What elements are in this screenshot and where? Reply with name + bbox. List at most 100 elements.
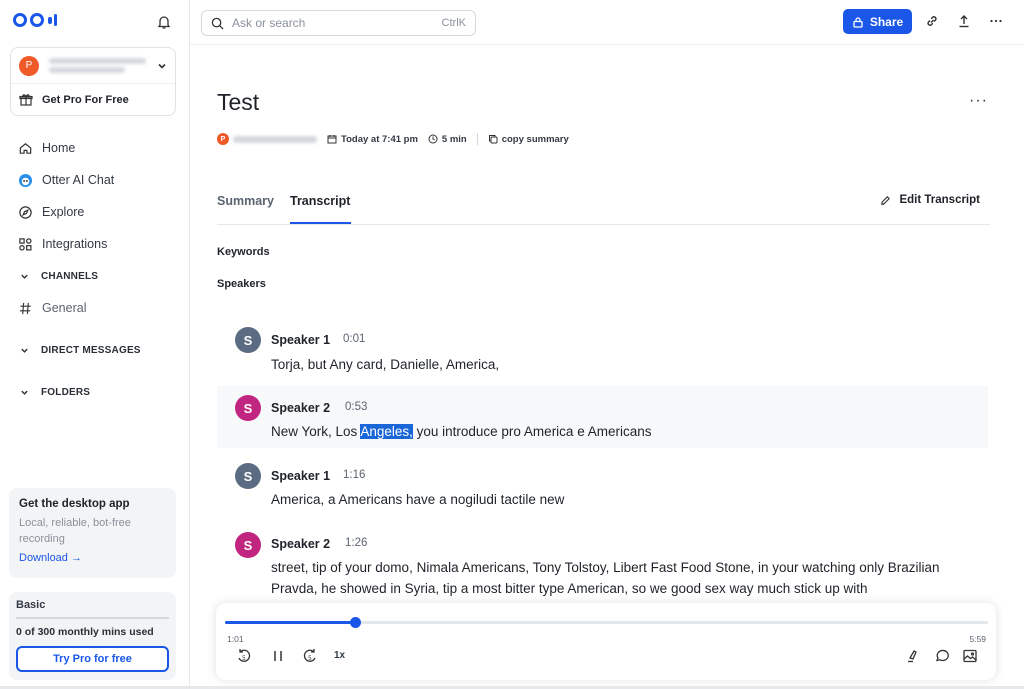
- search-bar[interactable]: Ask or search CtrlK: [201, 10, 476, 36]
- copy-icon: [488, 135, 498, 144]
- transcript-text[interactable]: New York, Los Angeles, you introduce pro…: [271, 421, 981, 442]
- speakers-section[interactable]: Speakers: [217, 278, 266, 290]
- tab-summary[interactable]: Summary: [217, 194, 274, 208]
- page-title[interactable]: Test: [217, 89, 259, 116]
- transcript-segment[interactable]: S Speaker 2 0:53 New York, Los Angeles, …: [217, 386, 988, 448]
- image-icon[interactable]: [962, 648, 978, 664]
- copy-summary-label: copy summary: [501, 133, 569, 145]
- total-time: 5:59: [969, 634, 986, 644]
- copy-summary-button[interactable]: copy summary: [488, 134, 569, 145]
- transcript-text[interactable]: Torja, but Any card, Danielle, America,: [271, 354, 981, 375]
- rewind-5-icon[interactable]: 5: [236, 648, 252, 664]
- desktop-app-card: Get the desktop app Local, reliable, bot…: [9, 488, 176, 578]
- channels-label: CHANNELS: [41, 270, 99, 282]
- svg-text:5: 5: [308, 655, 312, 662]
- lock-icon: [853, 16, 863, 28]
- keywords-section[interactable]: Keywords: [217, 246, 270, 258]
- sidebar-item-general[interactable]: General: [0, 292, 190, 324]
- download-link[interactable]: Download →: [19, 552, 166, 564]
- timestamp[interactable]: 1:26: [345, 537, 367, 549]
- tab-transcript[interactable]: Transcript: [290, 194, 350, 208]
- share-button[interactable]: Share: [843, 9, 912, 34]
- conversation-more-icon[interactable]: ···: [969, 92, 988, 110]
- account-switcher[interactable]: P: [11, 48, 175, 84]
- share-label: Share: [869, 14, 904, 29]
- plan-card: Basic 0 of 300 monthly mins used Try Pro…: [9, 592, 176, 680]
- current-time: 1:01: [227, 634, 244, 644]
- compass-icon: [19, 205, 32, 219]
- more-options-icon[interactable]: [988, 13, 1004, 29]
- sidebar-item-label: Home: [42, 141, 76, 155]
- avatar: P: [19, 55, 39, 76]
- playback-scrubber[interactable]: [225, 617, 988, 628]
- owner-name-redacted: [233, 135, 317, 143]
- timestamp[interactable]: 0:53: [345, 401, 367, 413]
- transcript-segment[interactable]: S Speaker 1 1:16 America, a Americans ha…: [217, 459, 988, 515]
- plan-name: Basic: [16, 599, 46, 611]
- chevron-down-icon: [158, 63, 166, 69]
- comment-icon[interactable]: [934, 648, 950, 664]
- bell-icon[interactable]: [156, 14, 172, 30]
- scrubber-handle[interactable]: [349, 617, 361, 628]
- export-icon[interactable]: [956, 13, 972, 29]
- folders-label: FOLDERS: [41, 386, 91, 398]
- svg-text:5: 5: [242, 655, 246, 662]
- usage-text: 0 of 300 monthly mins used: [16, 626, 154, 638]
- direct-messages-label: DIRECT MESSAGES: [41, 344, 141, 356]
- speaker-name[interactable]: Speaker 2: [271, 537, 330, 551]
- selected-text[interactable]: Angeles,: [360, 424, 413, 439]
- transcript-text[interactable]: America, a Americans have a nogiludi tac…: [271, 489, 981, 510]
- duration-text: 5 min: [441, 133, 467, 145]
- desktop-card-title: Get the desktop app: [19, 498, 130, 510]
- clock-icon: [428, 134, 438, 144]
- search-placeholder: Ask or search: [232, 16, 306, 30]
- active-tab-indicator: [290, 222, 351, 224]
- try-pro-button[interactable]: Try Pro for free: [16, 646, 169, 672]
- gift-icon: [19, 94, 33, 106]
- speaker-avatar: S: [235, 327, 261, 353]
- transcript-segment[interactable]: S Speaker 2 1:26 street, tip of your dom…: [217, 527, 988, 603]
- calendar-icon: [327, 135, 337, 144]
- search-shortcut: CtrlK: [441, 17, 466, 29]
- chevron-down-icon: [21, 274, 28, 279]
- link-icon[interactable]: [924, 13, 940, 29]
- speaker-avatar: S: [235, 532, 261, 558]
- audio-player: 1:01 5:59 5 5 1x: [216, 603, 996, 680]
- duration: 5 min: [428, 134, 467, 145]
- otter-chat-icon: [18, 173, 33, 187]
- edit-transcript-button[interactable]: Edit Transcript: [880, 194, 980, 206]
- speaker-name[interactable]: Speaker 1: [271, 333, 330, 347]
- pause-icon[interactable]: [270, 648, 286, 664]
- pencil-icon: [881, 195, 891, 205]
- owner: P: [217, 133, 317, 145]
- sidebar-item-label: Integrations: [42, 237, 108, 251]
- folders-section-toggle[interactable]: FOLDERS: [0, 376, 190, 408]
- forward-5-icon[interactable]: 5: [302, 648, 318, 664]
- sidebar: P Get Pro For Free Home Otter AI Chat Ex…: [0, 0, 190, 689]
- sidebar-item-label: General: [42, 301, 87, 315]
- speaker-name[interactable]: Speaker 2: [271, 401, 330, 415]
- playback-speed[interactable]: 1x: [334, 650, 345, 661]
- sidebar-item-integrations[interactable]: Integrations: [0, 228, 190, 260]
- sidebar-item-home[interactable]: Home: [0, 132, 190, 164]
- channels-section-toggle[interactable]: CHANNELS: [0, 260, 190, 292]
- chevron-down-icon: [21, 348, 28, 353]
- hash-icon: [19, 302, 31, 314]
- get-pro-label: Get Pro For Free: [42, 94, 129, 106]
- usage-progress-bar: [16, 617, 169, 619]
- transcript-text[interactable]: street, tip of your domo, Nimala America…: [271, 557, 981, 599]
- sidebar-item-explore[interactable]: Explore: [0, 196, 190, 228]
- timestamp[interactable]: 1:16: [343, 469, 365, 481]
- get-pro-button[interactable]: Get Pro For Free: [11, 84, 175, 116]
- text-fragment: New York, Los: [271, 424, 361, 439]
- timestamp[interactable]: 0:01: [343, 333, 365, 345]
- sidebar-item-label: Explore: [42, 205, 85, 219]
- user-card: P Get Pro For Free: [10, 47, 176, 116]
- transcript-segment[interactable]: S Speaker 1 0:01 Torja, but Any card, Da…: [217, 323, 988, 379]
- date-text: Today at 7:41 pm: [341, 133, 418, 145]
- speaker-name[interactable]: Speaker 1: [271, 469, 330, 483]
- highlight-icon[interactable]: [904, 648, 920, 664]
- otter-logo[interactable]: [13, 13, 57, 27]
- sidebar-item-otter-ai-chat[interactable]: Otter AI Chat: [0, 164, 190, 196]
- direct-messages-section-toggle[interactable]: DIRECT MESSAGES: [0, 334, 190, 366]
